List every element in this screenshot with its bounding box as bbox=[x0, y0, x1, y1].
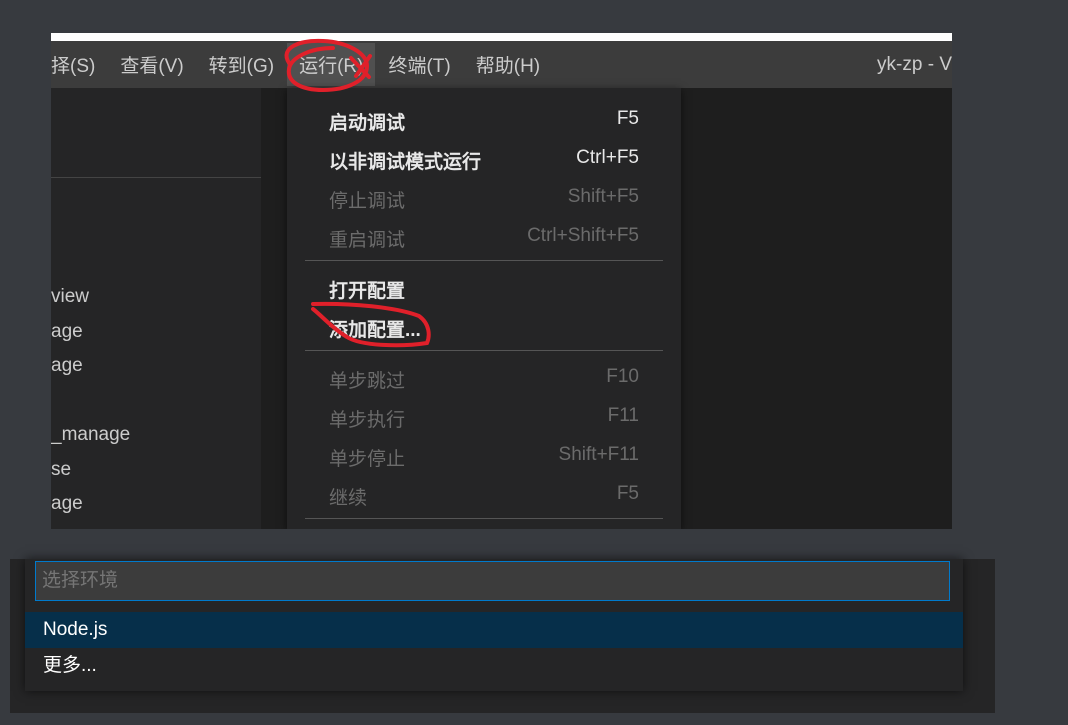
menu-separator bbox=[305, 350, 663, 351]
run-menu-item-restart-debugging: 重启调试 Ctrl+Shift+F5 bbox=[329, 225, 639, 252]
menu-item-label: 单步停止 bbox=[329, 449, 406, 470]
run-menu-item-stop-debugging: 停止调试 Shift+F5 bbox=[329, 186, 639, 213]
menu-separator bbox=[305, 260, 663, 261]
file-tree-item[interactable]: age bbox=[51, 355, 83, 377]
environment-picker-screenshot: Node.js 更多... bbox=[10, 559, 995, 713]
menu-item-label: 停止调试 bbox=[329, 191, 406, 212]
run-menu-item-run-without-debugging[interactable]: 以非调试模式运行 Ctrl+F5 bbox=[329, 147, 639, 174]
environment-search-input[interactable] bbox=[35, 561, 950, 601]
menu-item-label: 单步执行 bbox=[329, 410, 406, 431]
menu-item-label: 打开配置 bbox=[329, 281, 406, 302]
file-tree-item[interactable]: _manage bbox=[51, 424, 130, 446]
environment-quick-pick: Node.js 更多... bbox=[25, 559, 963, 691]
menu-item-label: 启动调试 bbox=[329, 113, 406, 134]
menu-separator bbox=[305, 518, 663, 519]
run-menu-dropdown: 启动调试 F5 以非调试模式运行 Ctrl+F5 停止调试 Shift+F5 重… bbox=[287, 88, 681, 529]
menu-terminal[interactable]: 终端(T) bbox=[388, 51, 450, 78]
menu-bar: 择(S) 查看(V) 转到(G) 运行(R) 终端(T) 帮助(H) yk-zp… bbox=[51, 41, 952, 88]
explorer-sidebar: view age age _manage se age anage bbox=[51, 88, 261, 529]
run-menu-item-step-into: 单步执行 F11 bbox=[329, 405, 639, 432]
file-tree-item[interactable]: view bbox=[51, 286, 89, 308]
menu-help[interactable]: 帮助(H) bbox=[476, 51, 540, 78]
file-tree-item[interactable]: anage bbox=[51, 528, 104, 529]
menu-run[interactable]: 运行(R) bbox=[287, 43, 376, 86]
menu-item-label: 重启调试 bbox=[329, 230, 406, 251]
run-menu-item-step-over: 单步跳过 F10 bbox=[329, 366, 639, 393]
menu-item-label: 单步跳过 bbox=[329, 371, 406, 392]
menu-view[interactable]: 查看(V) bbox=[120, 51, 183, 78]
editor-gap bbox=[261, 88, 287, 529]
top-strip bbox=[51, 33, 952, 41]
window-title: yk-zp - V bbox=[877, 54, 952, 75]
menu-go[interactable]: 转到(G) bbox=[209, 51, 274, 78]
file-tree-item[interactable]: age bbox=[51, 493, 83, 515]
run-menu-item-add-configuration[interactable]: 添加配置... bbox=[329, 315, 639, 342]
menu-item-shortcut: Ctrl+Shift+F5 bbox=[527, 225, 639, 246]
menu-item-shortcut: F5 bbox=[616, 108, 639, 129]
sidebar-divider bbox=[51, 177, 261, 178]
menu-item-label: 添加配置... bbox=[329, 320, 421, 341]
menu-item-shortcut: Ctrl+F5 bbox=[576, 147, 639, 168]
file-tree-item[interactable]: age bbox=[51, 321, 83, 343]
menu-item-shortcut: Shift+F5 bbox=[567, 186, 639, 207]
file-tree-item[interactable]: se bbox=[51, 459, 71, 481]
menu-item-shortcut: F11 bbox=[607, 405, 639, 426]
run-menu-item-continue: 继续 F5 bbox=[329, 483, 639, 510]
run-menu-item-start-debugging[interactable]: 启动调试 F5 bbox=[329, 108, 639, 135]
environment-option-more[interactable]: 更多... bbox=[25, 648, 963, 684]
menu-item-label: 继续 bbox=[329, 488, 368, 509]
run-menu-item-open-configurations[interactable]: 打开配置 bbox=[329, 276, 639, 303]
editor-screenshot: 择(S) 查看(V) 转到(G) 运行(R) 终端(T) 帮助(H) yk-zp… bbox=[51, 33, 952, 529]
menu-item-shortcut: Shift+F11 bbox=[558, 444, 639, 465]
menu-item-label: 以非调试模式运行 bbox=[329, 152, 482, 173]
menu-item-shortcut: F5 bbox=[616, 483, 639, 504]
run-menu-item-step-out: 单步停止 Shift+F11 bbox=[329, 444, 639, 471]
menu-item-shortcut: F10 bbox=[606, 366, 639, 387]
environment-option-nodejs[interactable]: Node.js bbox=[25, 612, 963, 648]
menu-selection[interactable]: 择(S) bbox=[51, 51, 95, 78]
